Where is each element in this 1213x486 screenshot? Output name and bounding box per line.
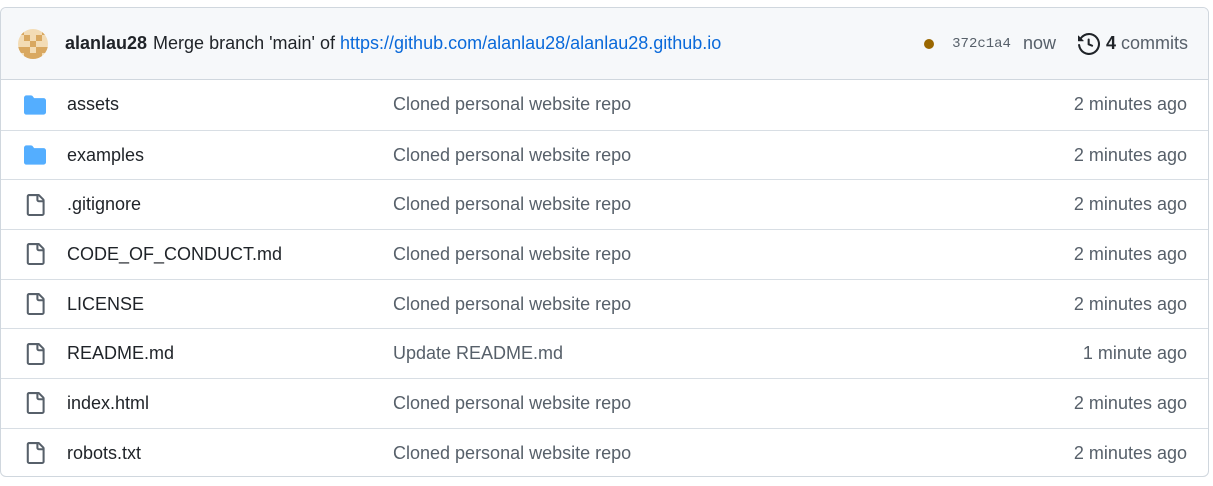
file-name-link[interactable]: .gitignore bbox=[67, 194, 393, 215]
file-commit-message-link[interactable]: Cloned personal website repo bbox=[393, 194, 1074, 215]
commit-message-link[interactable]: https://github.com/alanlau28/alanlau28.g… bbox=[340, 33, 721, 54]
file-commit-time: 2 minutes ago bbox=[1073, 392, 1187, 413]
commit-status-indicator[interactable] bbox=[924, 38, 935, 49]
file-commit-time: 2 minutes ago bbox=[1073, 293, 1187, 314]
file-name-link[interactable]: examples bbox=[67, 145, 393, 166]
file-row[interactable]: .gitignore Cloned personal website repo … bbox=[1, 179, 1208, 229]
file-icon bbox=[23, 342, 47, 366]
file-commit-time: 2 minutes ago bbox=[1073, 442, 1187, 463]
commit-count: 4 bbox=[1105, 33, 1116, 53]
file-row[interactable]: robots.txt Cloned personal website repo … bbox=[1, 427, 1208, 476]
file-name-link[interactable]: README.md bbox=[67, 343, 393, 364]
file-commit-time: 1 minute ago bbox=[1082, 343, 1187, 364]
history-icon bbox=[1077, 32, 1100, 55]
file-commit-message-link[interactable]: Cloned personal website repo bbox=[393, 443, 1074, 464]
file-commit-time: 2 minutes ago bbox=[1073, 144, 1187, 165]
commits-history-link[interactable]: 4 commits bbox=[1077, 32, 1188, 55]
file-row[interactable]: assets Cloned personal website repo 2 mi… bbox=[1, 80, 1208, 130]
file-name-link[interactable]: robots.txt bbox=[67, 443, 393, 464]
file-commit-message-link[interactable]: Cloned personal website repo bbox=[393, 94, 1074, 115]
file-commit-message-link[interactable]: Update README.md bbox=[393, 343, 1083, 364]
file-browser: alanlau28 Merge branch 'main' of https:/… bbox=[0, 7, 1209, 477]
file-icon bbox=[23, 242, 47, 266]
file-commit-time: 2 minutes ago bbox=[1073, 194, 1187, 215]
file-commit-message-link[interactable]: Cloned personal website repo bbox=[393, 294, 1074, 315]
commit-message: Merge branch 'main' of bbox=[153, 33, 341, 53]
file-list: assets Cloned personal website repo 2 mi… bbox=[1, 80, 1208, 476]
file-row[interactable]: CODE_OF_CONDUCT.md Cloned personal websi… bbox=[1, 229, 1208, 279]
file-row[interactable]: README.md Update README.md 1 minute ago bbox=[1, 328, 1208, 378]
file-commit-time: 2 minutes ago bbox=[1073, 94, 1187, 115]
folder-icon bbox=[23, 93, 47, 117]
file-name-link[interactable]: CODE_OF_CONDUCT.md bbox=[67, 244, 393, 265]
file-name-link[interactable]: index.html bbox=[67, 393, 393, 414]
file-commit-time: 2 minutes ago bbox=[1073, 243, 1187, 264]
file-name-link[interactable]: LICENSE bbox=[67, 294, 393, 315]
file-icon bbox=[23, 292, 47, 316]
file-name-link[interactable]: assets bbox=[67, 94, 393, 115]
file-row[interactable]: LICENSE Cloned personal website repo 2 m… bbox=[1, 278, 1208, 329]
commit-count-label: commits bbox=[1121, 33, 1188, 53]
commit-sha-link[interactable]: 372c1a4 bbox=[952, 36, 1011, 52]
file-commit-message-link[interactable]: Cloned personal website repo bbox=[393, 145, 1074, 166]
file-commit-message-link[interactable]: Cloned personal website repo bbox=[393, 393, 1074, 414]
commit-time: now bbox=[1022, 33, 1056, 53]
file-row[interactable]: examples Cloned personal website repo 2 … bbox=[1, 129, 1208, 180]
file-row[interactable]: index.html Cloned personal website repo … bbox=[1, 378, 1208, 428]
file-commit-message-link[interactable]: Cloned personal website repo bbox=[393, 244, 1074, 265]
file-icon bbox=[23, 193, 47, 217]
author-avatar[interactable] bbox=[18, 28, 48, 59]
latest-commit-bar: alanlau28 Merge branch 'main' of https:/… bbox=[1, 8, 1208, 80]
commit-author-link[interactable]: alanlau28 bbox=[65, 33, 147, 54]
identicon-icon bbox=[18, 28, 48, 59]
folder-icon bbox=[23, 143, 47, 167]
file-icon bbox=[23, 391, 47, 415]
file-icon bbox=[23, 441, 47, 465]
